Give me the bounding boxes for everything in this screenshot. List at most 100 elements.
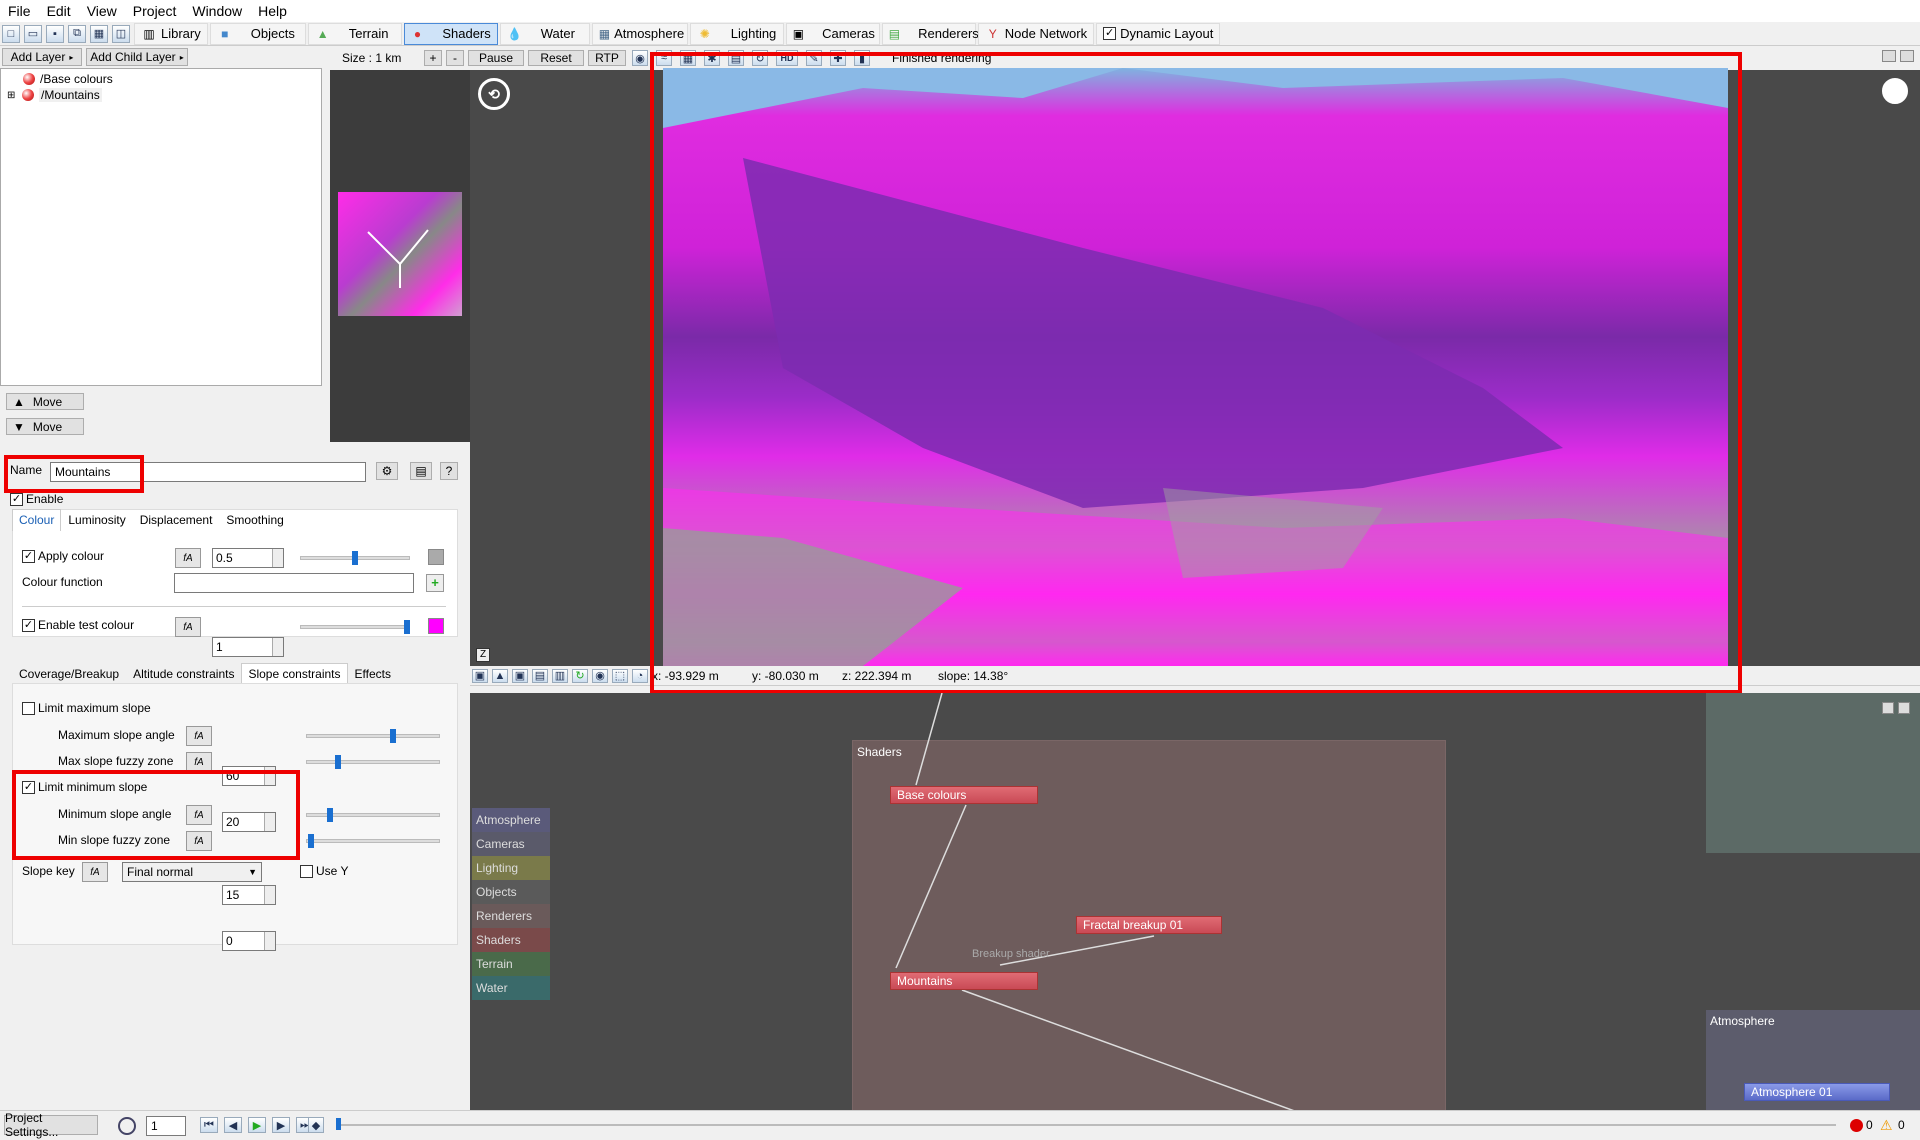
zoom-out-button[interactable]: - <box>446 50 464 66</box>
maximize-icon[interactable] <box>1882 50 1896 62</box>
gauge-icon[interactable]: ◔ <box>632 668 648 683</box>
function-button[interactable]: fA <box>175 617 201 637</box>
legend-lighting[interactable]: Lighting <box>472 856 550 880</box>
node-base-colours[interactable]: Base colours <box>890 786 1038 804</box>
legend-terrain[interactable]: Terrain <box>472 952 550 976</box>
play-icon[interactable]: ▶ <box>248 1117 266 1133</box>
close-icon[interactable] <box>1900 50 1914 62</box>
clock-icon[interactable] <box>118 1117 136 1135</box>
timeline-knob[interactable] <box>336 1118 341 1130</box>
tab-renderers[interactable]: ▤ Renderers <box>881 22 979 45</box>
legend-shaders[interactable]: Shaders <box>472 928 550 952</box>
new-file-icon[interactable]: □ <box>2 24 20 43</box>
tab-cameras[interactable]: ▣ Cameras <box>785 22 880 45</box>
z-axis-icon[interactable]: Z <box>476 648 490 662</box>
add-function-icon[interactable]: + <box>426 574 444 592</box>
tree-item-mountains[interactable]: ⊞/Mountains <box>1 87 321 103</box>
tab-slope-constraints[interactable]: Slope constraints <box>241 663 348 685</box>
image-icon[interactable]: ▤ <box>532 668 548 683</box>
menu-project[interactable]: Project <box>125 3 185 19</box>
tab-shaders[interactable]: ● Shaders <box>403 22 498 45</box>
tab-objects[interactable]: ■ Objects <box>209 22 306 45</box>
menu-help[interactable]: Help <box>250 3 295 19</box>
apply-colour-checkbox[interactable]: ✓ <box>22 549 35 563</box>
legend-renderers[interactable]: Renderers <box>472 904 550 928</box>
prev-frame-icon[interactable]: ◀ <box>224 1117 242 1133</box>
test-colour-knob[interactable] <box>404 620 410 634</box>
timeline-track[interactable] <box>336 1124 1836 1126</box>
enable-checkbox[interactable]: ✓ <box>10 492 23 506</box>
colour-function-input[interactable] <box>174 573 414 593</box>
use-y-toggle[interactable]: Use Y <box>300 864 348 878</box>
eye-icon[interactable]: ◉ <box>592 668 608 683</box>
view-3d-icon[interactable]: ◫ <box>112 24 130 43</box>
colour-swatch[interactable] <box>428 549 444 565</box>
navigation-compass-icon[interactable]: ⟲ <box>478 78 510 110</box>
camera-view-icon[interactable]: ▣ <box>472 668 488 683</box>
max-slope-angle-knob[interactable] <box>390 729 396 743</box>
terrain-thumbnail[interactable] <box>338 192 462 316</box>
zoom-in-button[interactable]: + <box>424 50 442 66</box>
landscape-view-icon[interactable]: ▲ <box>492 668 508 683</box>
menu-view[interactable]: View <box>79 3 125 19</box>
expand-plus-icon[interactable]: ⊞ <box>7 90 17 101</box>
sync-icon[interactable]: ↻ <box>572 668 588 683</box>
dynamic-layout-checkbox[interactable]: ✓ <box>1103 27 1117 40</box>
move-up-button[interactable]: ▲ Move <box>6 393 84 410</box>
tab-luminosity[interactable]: Luminosity <box>61 509 132 531</box>
function-button[interactable]: fA <box>82 862 108 882</box>
limit-max-slope-checkbox[interactable] <box>22 701 35 715</box>
node-atmosphere-01[interactable]: Atmosphere 01 <box>1744 1083 1890 1101</box>
tab-atmosphere[interactable]: ▦ Atmosphere <box>591 22 688 45</box>
max-slope-fuzzy-knob[interactable] <box>335 755 341 769</box>
globe-icon[interactable]: ◉ <box>632 50 648 66</box>
min-slope-fuzzy-input[interactable]: 0 <box>222 931 276 951</box>
copy-icon[interactable]: ⧉ <box>68 24 86 43</box>
function-button[interactable]: fA <box>186 726 212 746</box>
test-colour-swatch[interactable] <box>428 618 444 634</box>
save-icon[interactable]: ▪ <box>46 24 64 43</box>
node-mountains[interactable]: Mountains <box>890 972 1038 990</box>
enable-test-colour-checkbox[interactable]: ✓ <box>22 618 35 632</box>
menu-window[interactable]: Window <box>184 3 250 19</box>
settings-gear-icon[interactable]: ⚙ <box>376 462 398 480</box>
tab-lighting[interactable]: ✺ Lighting <box>689 22 784 45</box>
min-slope-fuzzy-slider[interactable] <box>306 839 440 843</box>
tab-displacement[interactable]: Displacement <box>133 509 220 531</box>
open-file-icon[interactable]: ▭ <box>24 24 42 43</box>
add-layer-button[interactable]: Add Layer ▸ <box>2 48 82 66</box>
tab-colour[interactable]: Colour <box>12 509 62 531</box>
rtp-button[interactable]: RTP <box>588 50 626 66</box>
tab-terrain[interactable]: ▲ Terrain <box>307 22 402 45</box>
minimap-maximize-icon[interactable] <box>1882 702 1894 714</box>
next-frame-icon[interactable]: ▶ <box>272 1117 290 1133</box>
tab-library[interactable]: ▥ Library <box>134 22 208 45</box>
dynamic-layout-toggle[interactable]: ✓ Dynamic Layout <box>1096 22 1221 45</box>
add-child-layer-button[interactable]: Add Child Layer ▸ <box>86 48 188 66</box>
tab-node-network[interactable]: Y Node Network <box>977 22 1095 45</box>
tab-coverage-breakup[interactable]: Coverage/Breakup <box>12 663 126 685</box>
tree-item-base-colours[interactable]: /Base colours <box>1 71 321 87</box>
crop-icon[interactable]: ⬚ <box>612 668 628 683</box>
pause-button[interactable]: Pause <box>468 50 524 66</box>
grid-icon[interactable]: ▦ <box>90 24 108 43</box>
panel-view-icon[interactable]: ▤ <box>410 462 432 480</box>
minimap-panel[interactable] <box>1706 693 1920 853</box>
apply-colour-input[interactable]: 0.5 <box>212 548 284 568</box>
apply-colour-toggle[interactable]: ✓ Apply colour <box>22 549 104 563</box>
test-colour-input[interactable]: 1 <box>212 637 284 657</box>
tab-water[interactable]: 💧 Water <box>499 22 590 45</box>
legend-objects[interactable]: Objects <box>472 880 550 904</box>
slope-key-select[interactable]: Final normal ▼ <box>122 862 262 882</box>
sun-icon[interactable] <box>1882 78 1908 104</box>
apply-colour-knob[interactable] <box>352 551 358 565</box>
test-colour-slider[interactable] <box>300 625 410 629</box>
limit-max-slope-toggle[interactable]: Limit maximum slope <box>22 701 151 715</box>
enable-test-colour-toggle[interactable]: ✓ Enable test colour <box>22 618 134 632</box>
tab-altitude-constraints[interactable]: Altitude constraints <box>126 663 241 685</box>
node-fractal-breakup[interactable]: Fractal breakup 01 <box>1076 916 1222 934</box>
max-slope-fuzzy-slider[interactable] <box>306 760 440 764</box>
frame-input[interactable]: 1 <box>146 1116 186 1136</box>
enable-toggle[interactable]: ✓ Enable <box>10 492 63 506</box>
function-button[interactable]: fA <box>186 752 212 772</box>
